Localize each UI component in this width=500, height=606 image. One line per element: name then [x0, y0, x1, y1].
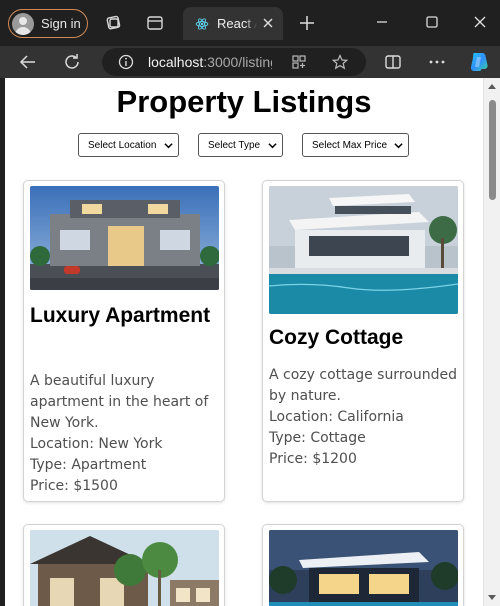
minimize-icon[interactable] — [374, 14, 390, 30]
browser-toolbar: localhost:3000/listings — [0, 46, 500, 78]
new-tab-icon[interactable] — [298, 14, 316, 32]
property-photo-modern-villa — [30, 186, 219, 290]
react-logo-icon — [195, 17, 209, 30]
property-photo-night-villa — [269, 530, 458, 606]
type-select-value: Select Type — [208, 139, 261, 151]
listing-card[interactable]: Cozy Cottage A cozy cottage surrounded b… — [262, 180, 464, 502]
close-tab-icon[interactable] — [261, 16, 275, 30]
listing-type: Type: Cottage — [269, 430, 366, 446]
listing-title: Luxury Apartment — [30, 304, 211, 327]
browser-tab-active[interactable]: React App — [183, 7, 283, 40]
chevron-down-icon — [268, 143, 277, 149]
refresh-icon[interactable] — [62, 52, 82, 72]
back-arrow-icon[interactable] — [18, 52, 38, 72]
split-screen-icon[interactable] — [383, 52, 403, 72]
scrollbar-thumb[interactable] — [489, 100, 496, 200]
site-info-icon[interactable] — [118, 54, 134, 70]
close-window-icon[interactable] — [472, 14, 488, 30]
listing-type: Type: Apartment — [30, 457, 147, 473]
chevron-down-icon — [394, 143, 403, 149]
copilot-icon[interactable] — [467, 50, 491, 74]
listing-description: A cozy cottage surrounded by nature. — [269, 367, 457, 404]
chevron-down-icon — [164, 143, 173, 149]
scroll-up-arrow-icon[interactable] — [488, 84, 496, 89]
listing-card[interactable]: Luxury Apartment A beautiful luxury apar… — [23, 180, 225, 502]
sign-in-button[interactable]: Sign in — [8, 9, 88, 38]
profile-avatar-icon — [12, 12, 34, 35]
location-select-value: Select Location — [88, 139, 157, 151]
scroll-down-arrow-icon[interactable] — [488, 595, 496, 600]
tab-actions-icon[interactable] — [146, 14, 164, 32]
address-bar[interactable]: localhost:3000/listings — [102, 48, 366, 76]
more-options-icon[interactable] — [427, 52, 447, 72]
maximize-icon[interactable] — [424, 14, 440, 30]
listing-details: A beautiful luxury apartment in the hear… — [30, 371, 220, 497]
property-photo-pool-villa — [269, 186, 458, 314]
sign-in-label: Sign in — [41, 16, 81, 31]
property-photo-tropical-house — [30, 530, 219, 606]
tab-title: React App — [217, 16, 257, 31]
listing-price: Price: $1500 — [30, 478, 118, 494]
listing-card[interactable] — [262, 524, 464, 606]
page-viewport: Property Listings Select Location Select… — [5, 78, 483, 606]
listing-description: A beautiful luxury apartment in the hear… — [30, 373, 209, 431]
listing-location: Location: California — [269, 409, 404, 425]
listing-location: Location: New York — [30, 436, 163, 452]
browser-tab-bar: Sign in React App — [0, 0, 500, 46]
max-price-select-value: Select Max Price — [312, 139, 388, 151]
page-title: Property Listings — [116, 84, 372, 119]
favorite-star-icon[interactable] — [332, 54, 348, 70]
app-available-icon[interactable] — [291, 54, 307, 70]
listing-card[interactable] — [23, 524, 225, 606]
listing-price: Price: $1200 — [269, 451, 357, 467]
max-price-select[interactable]: Select Max Price — [302, 133, 409, 157]
type-select[interactable]: Select Type — [198, 133, 283, 157]
workspaces-icon[interactable] — [105, 14, 123, 32]
url-text: localhost:3000/listings — [148, 54, 272, 70]
location-select[interactable]: Select Location — [78, 133, 179, 157]
vertical-scrollbar[interactable] — [483, 78, 500, 606]
listing-details: A cozy cottage surrounded by nature. Loc… — [269, 365, 459, 470]
listing-title: Cozy Cottage — [269, 326, 404, 349]
